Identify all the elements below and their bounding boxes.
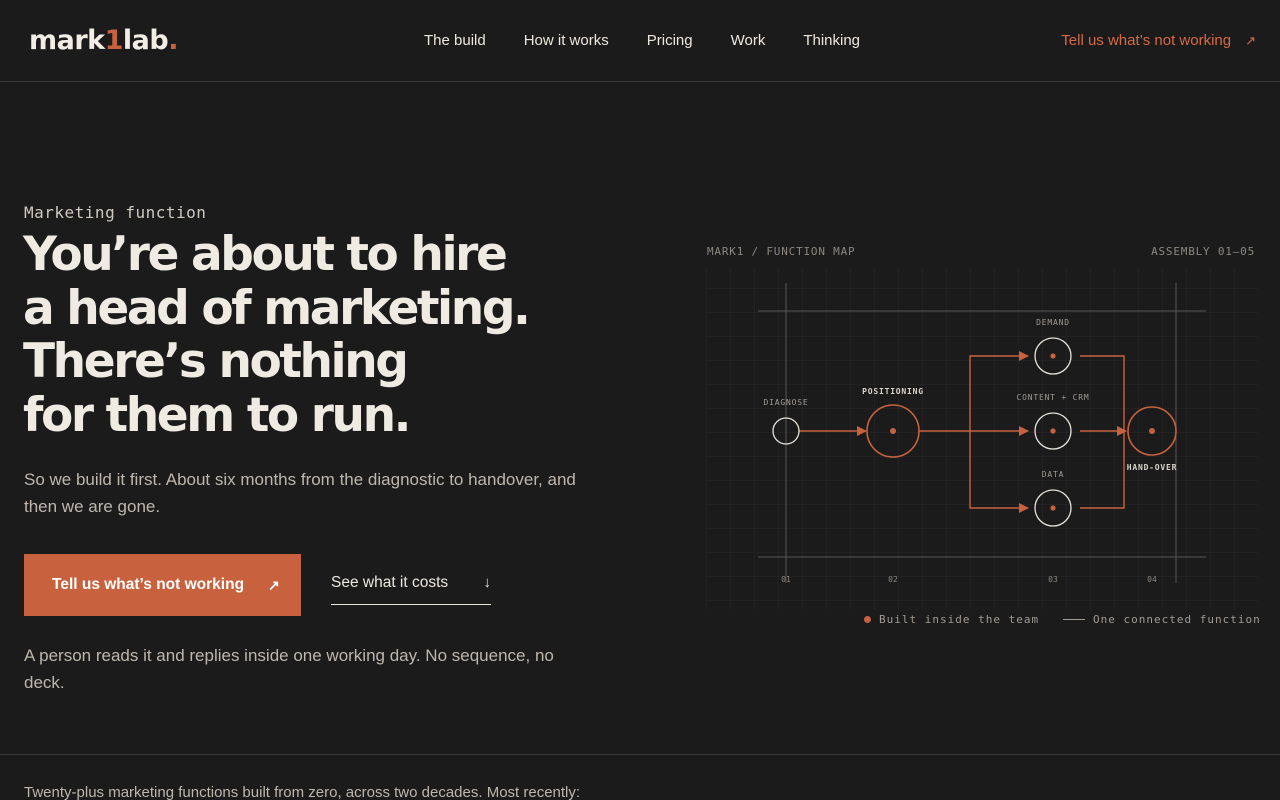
label-data: DATA [1042,470,1064,479]
label-demand: DEMAND [1036,318,1070,327]
node-content-dot [1050,428,1056,434]
node-data-dot [1050,505,1056,511]
logo-prefix: mark [29,25,105,56]
legend-connected: One connected function [1063,613,1261,626]
label-handover: HAND-OVER [1127,463,1178,472]
legend-built-label: Built inside the team [879,613,1040,626]
logo-mid: 1 [104,25,124,56]
hero-headline: You’re about to hire a head of marketing… [23,228,583,442]
arrow-up-right-icon: ↗ [268,576,280,593]
headline-line-2: a head of marketing. [23,280,531,336]
label-positioning: POSITIONING [862,387,924,396]
nav-item-thinking[interactable]: Thinking [803,30,860,52]
node-positioning-dot [890,428,896,434]
legend-built: Built inside the team [864,613,1039,626]
hero-lede: So we build it first. About six months f… [24,470,576,516]
label-diagnose: DIAGNOSE [764,398,809,407]
function-map-diagram: MARK1 / FUNCTION MAP ASSEMBLY 01–05 DIAG… [706,240,1261,630]
arrow-down-icon: ↓ [483,574,492,591]
step-label-2: 02 [888,575,898,584]
node-handover-dot [1149,428,1155,434]
node-demand-dot [1050,353,1056,359]
header-cta-link[interactable]: Tell us what’s not working ↗ [1061,30,1256,52]
site-header: mark1lab. The build How it works Pricing… [0,0,1280,82]
headline-line-4: for them to run. [23,387,411,443]
legend-dot-icon [864,616,871,623]
nav-item-pricing[interactable]: Pricing [647,30,693,52]
header-cta-label: Tell us what’s not working [1061,32,1232,49]
see-costs-link[interactable]: See what it costs ↓ [331,574,491,605]
see-costs-label: See what it costs [331,574,449,591]
primary-cta-button[interactable]: Tell us what’s not working ↗ [24,554,301,616]
function-map-svg: DIAGNOSE POSITIONING DEMAND CONTENT + CR… [706,268,1258,610]
headline-line-1: You’re about to hire [23,227,508,282]
logo-suffix: lab [122,25,169,56]
legend-line-icon [1063,619,1085,620]
nav-item-how-it-works[interactable]: How it works [524,30,609,52]
headline-line-3: There’s nothing [23,334,409,389]
step-label-1: 01 [781,575,791,584]
reply-note: A person reads it and replies inside one… [24,646,554,692]
hero-eyebrow: Marketing function [24,203,207,222]
label-content: CONTENT + CRM [1016,393,1089,402]
logo[interactable]: mark1lab. [29,24,178,58]
step-label-4: 04 [1147,575,1157,584]
clients-intro: Twenty-plus marketing functions built fr… [24,784,581,800]
nav-item-work[interactable]: Work [731,30,766,52]
section-divider [0,754,1280,755]
nav-item-the-build[interactable]: The build [424,30,486,52]
arrow-up-right-icon: ↗ [1245,33,1256,48]
primary-cta-label: Tell us what’s not working [52,576,245,593]
logo-dot: . [168,25,178,56]
step-label-3: 03 [1048,575,1058,584]
main-nav: The build How it works Pricing Work Thin… [424,30,898,52]
legend-connected-label: One connected function [1093,613,1261,626]
